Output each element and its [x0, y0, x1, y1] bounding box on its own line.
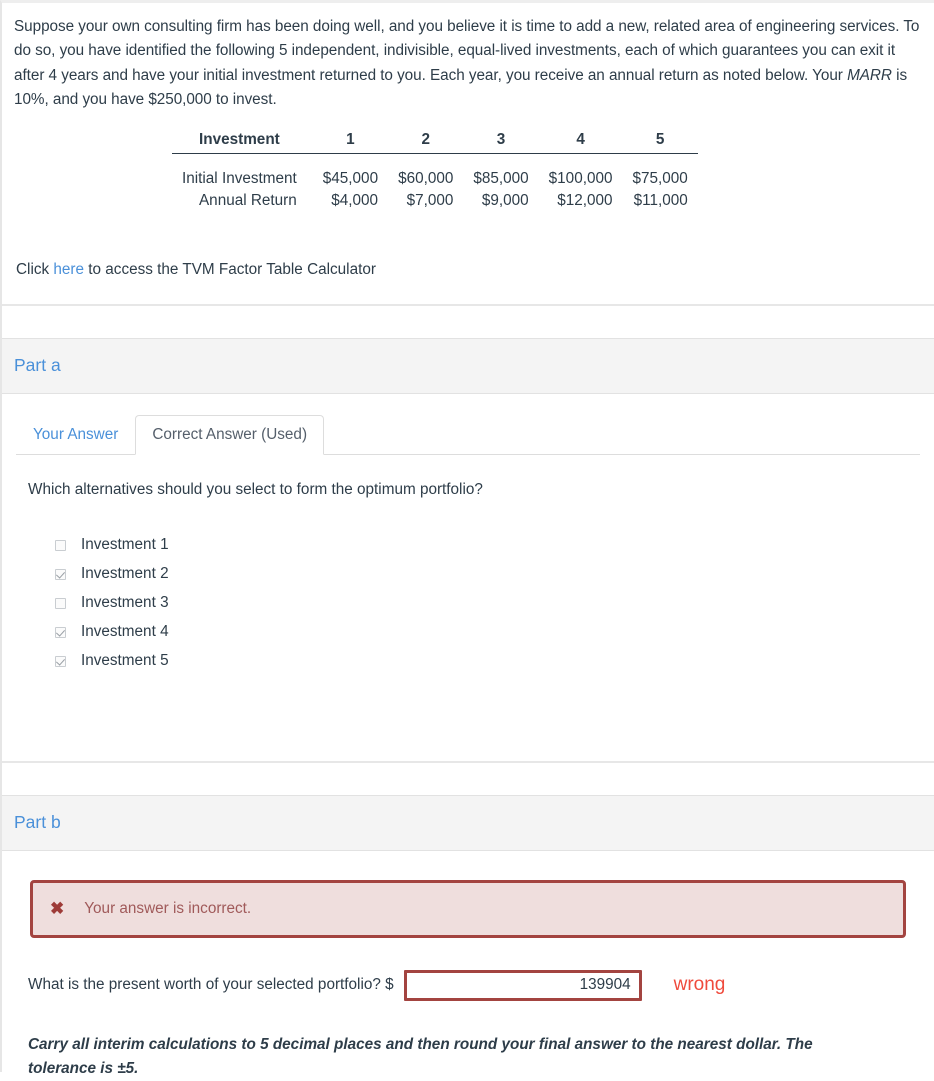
table-col-header-1: 1 — [312, 128, 389, 154]
section-gap — [2, 762, 934, 795]
tab-correct-answer[interactable]: Correct Answer (Used) — [135, 414, 325, 455]
alert-message: Your answer is incorrect. — [84, 899, 252, 917]
table-col-header-3: 3 — [463, 128, 539, 154]
marr-term: MARR — [847, 66, 892, 84]
part-a-header: Part a — [2, 337, 934, 394]
cell-initial-1: $45,000 — [322, 169, 379, 187]
checkbox-label-investment-1: Investment 1 — [81, 536, 169, 554]
x-mark-icon: ✖ — [50, 899, 65, 919]
problem-statement: Suppose your own consulting firm has bee… — [2, 3, 934, 113]
investment-table: Investment 1 2 3 4 5 Initial Investment … — [172, 128, 698, 211]
exercise-page: Suppose your own consulting firm has bee… — [0, 0, 934, 1077]
part-a-body: Your Answer Correct Answer (Used) — [2, 414, 934, 455]
table-corner-header: Investment — [172, 128, 313, 154]
section-gap — [2, 305, 934, 338]
tab-your-answer[interactable]: Your Answer — [16, 415, 135, 455]
part-b-question: What is the present worth of your select… — [28, 976, 394, 994]
list-item[interactable]: Investment 4 — [55, 618, 920, 647]
tvm-calculator-line: Click here to access the TVM Factor Tabl… — [2, 259, 934, 281]
list-item[interactable]: Investment 2 — [55, 560, 920, 589]
checkbox-label-investment-4: Investment 4 — [81, 623, 169, 641]
row-label-annual-return: Annual Return — [198, 191, 297, 209]
cell-annual-1: $4,000 — [331, 191, 379, 209]
checkbox-label-investment-3: Investment 3 — [81, 594, 169, 612]
problem-paragraph: Suppose your own consulting firm has bee… — [14, 15, 920, 113]
part-a-spacer — [2, 676, 934, 738]
cell-annual-4: $12,000 — [557, 191, 613, 209]
list-item[interactable]: Investment 1 — [55, 531, 920, 560]
cell-initial-5: $75,000 — [632, 169, 688, 187]
table-col-header-5: 5 — [622, 128, 698, 154]
cell-initial-3: $85,000 — [473, 169, 529, 187]
checkbox-investment-4[interactable] — [55, 626, 66, 638]
cell-annual-3: $9,000 — [481, 191, 529, 209]
checkbox-investment-3[interactable] — [55, 597, 66, 609]
click-prefix-text: Click — [16, 260, 54, 278]
present-worth-input[interactable] — [403, 969, 642, 1001]
table-row: Annual Return $4,000 $7,000 $9,000 $12,0… — [172, 189, 698, 211]
cell-annual-2: $7,000 — [406, 191, 454, 209]
row-label-initial-investment: Initial Investment — [182, 169, 297, 187]
click-suffix-text: to access the TVM Factor Table Calculato… — [84, 260, 376, 278]
cell-initial-2: $60,000 — [398, 169, 454, 187]
checkbox-investment-5[interactable] — [55, 655, 66, 667]
table-col-header-2: 2 — [388, 128, 464, 154]
checkbox-investment-1[interactable] — [55, 539, 66, 551]
tvm-calculator-link[interactable]: here — [53, 261, 84, 278]
cell-annual-5: $11,000 — [633, 191, 688, 209]
list-item[interactable]: Investment 5 — [55, 647, 920, 676]
part-b-title: Part b — [14, 812, 61, 833]
incorrect-answer-alert: ✖ Your answer is incorrect. — [30, 879, 906, 938]
checkbox-label-investment-2: Investment 2 — [81, 565, 169, 583]
part-a-question: Which alternatives should you select to … — [28, 480, 483, 498]
part-a-title: Part a — [14, 355, 61, 376]
status-badge: wrong — [673, 974, 726, 996]
problem-text-part1: Suppose your own consulting firm has bee… — [14, 18, 920, 84]
tab-correct-answer-label: Correct Answer (Used) — [152, 425, 308, 443]
checkbox-investment-2[interactable] — [55, 568, 66, 580]
part-b-answer-row: What is the present worth of your select… — [2, 938, 934, 1001]
table-row: Initial Investment $45,000 $60,000 $85,0… — [172, 153, 698, 189]
tab-your-answer-label: Your Answer — [33, 425, 119, 443]
table-header-row: Investment 1 2 3 4 5 — [172, 128, 698, 154]
table-col-header-4: 4 — [538, 128, 623, 154]
checkbox-label-investment-5: Investment 5 — [81, 652, 169, 670]
cell-initial-4: $100,000 — [548, 169, 613, 187]
investment-table-wrapper: Investment 1 2 3 4 5 Initial Investment … — [2, 128, 934, 211]
answer-tabs: Your Answer Correct Answer (Used) — [16, 414, 920, 455]
list-item[interactable]: Investment 3 — [55, 589, 920, 618]
investment-checkbox-list: Investment 1 Investment 2 Investment 3 I… — [2, 501, 934, 676]
part-b-header: Part b — [2, 794, 934, 851]
part-b-footnote: Carry all interim calculations to 5 deci… — [28, 1035, 813, 1077]
